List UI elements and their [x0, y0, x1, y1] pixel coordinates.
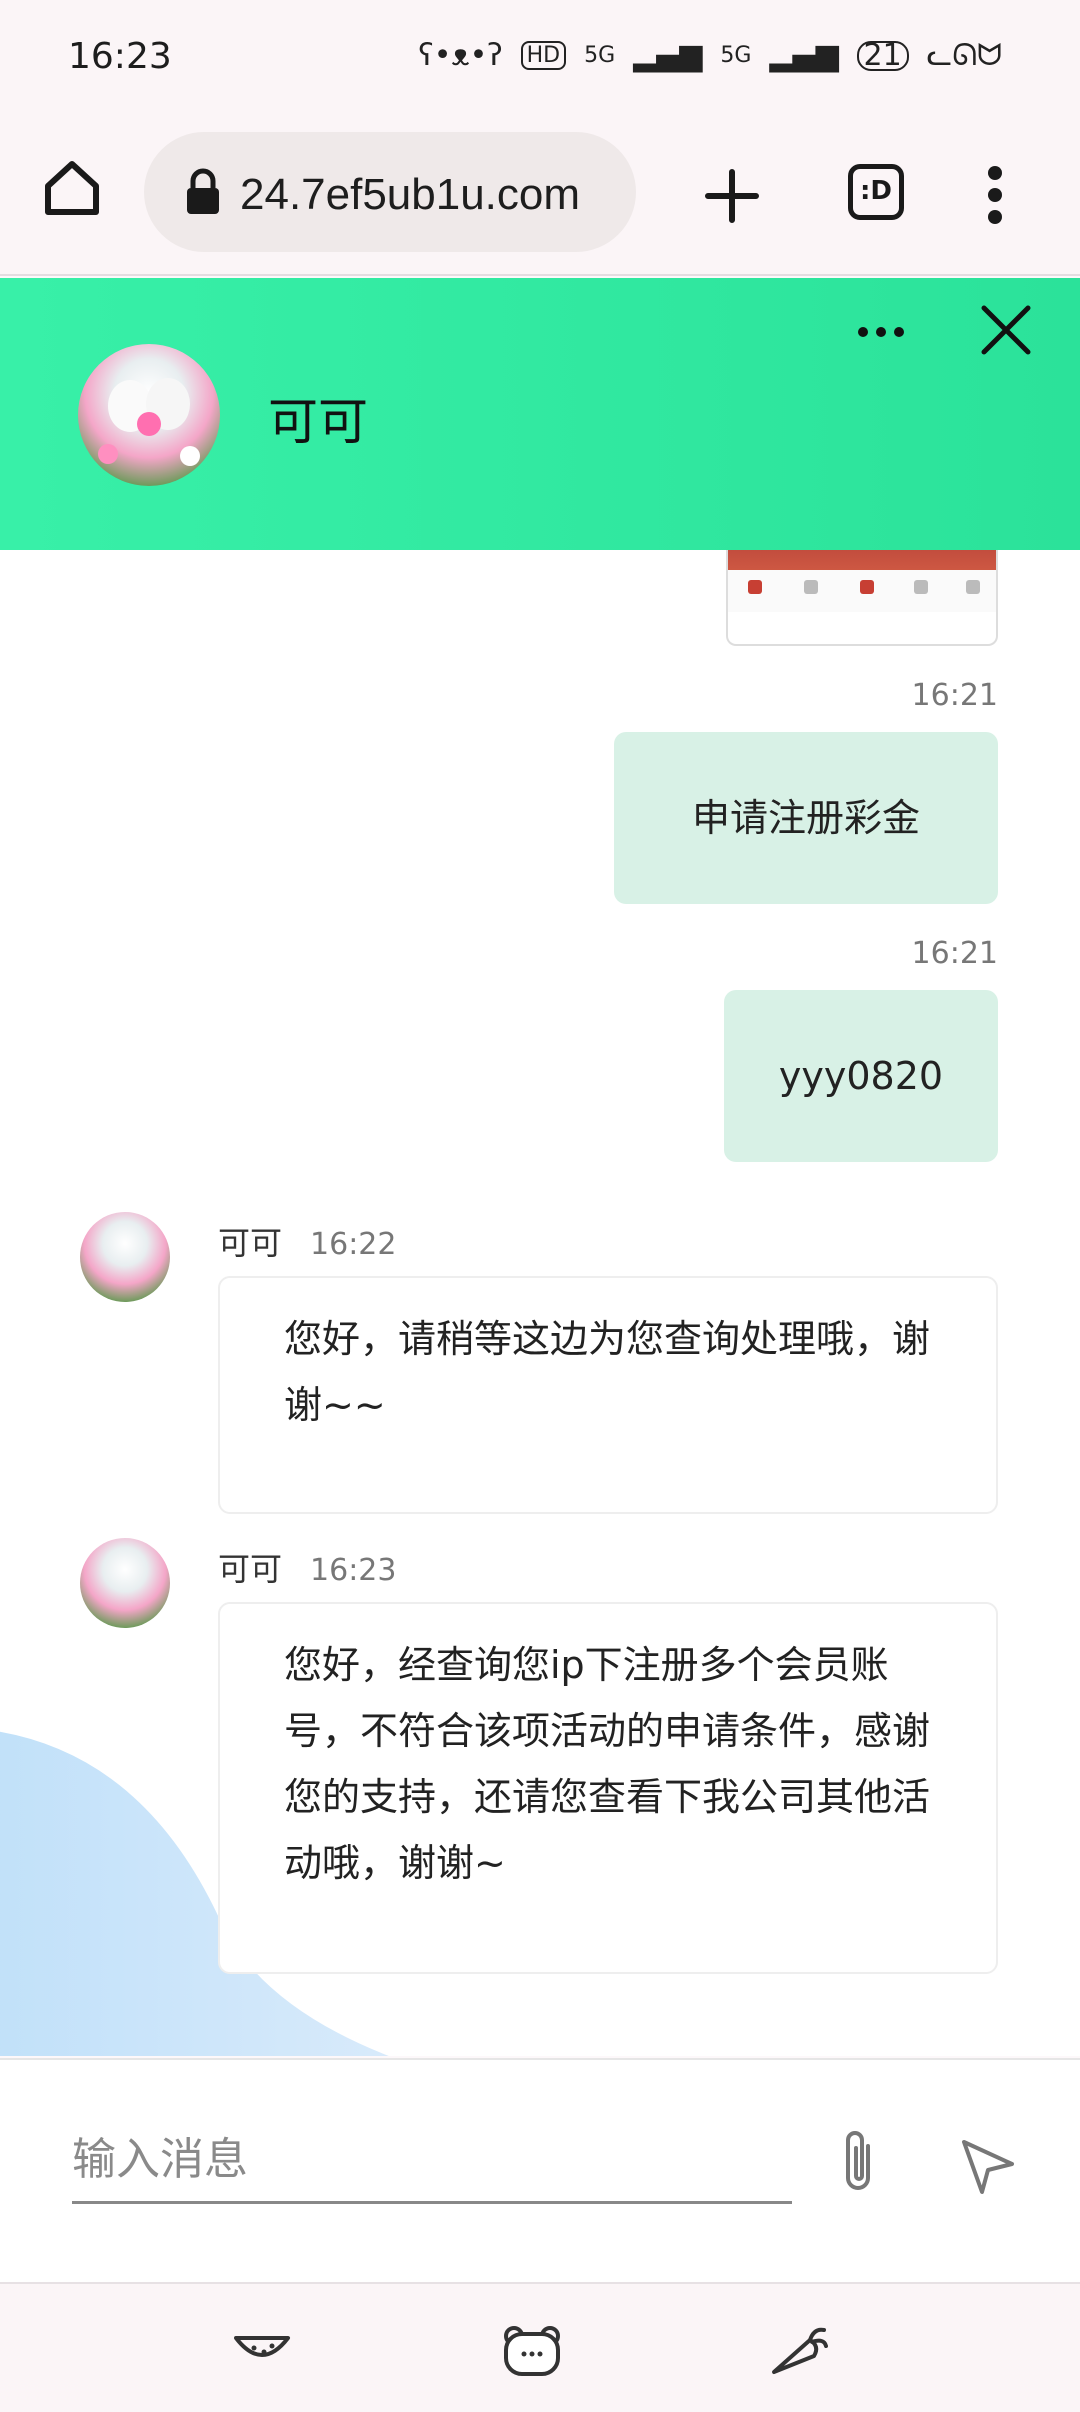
sender-name: 可可 [218, 1550, 283, 1588]
bear-icon: ʕ•ᴥ•ʔ [418, 38, 503, 73]
chat-header: 可可 [0, 278, 1080, 550]
home-icon[interactable] [40, 156, 104, 220]
new-tab-icon[interactable] [700, 164, 764, 228]
bear-face-icon[interactable] [500, 2322, 564, 2378]
outgoing-message: 申请注册彩金 [614, 732, 998, 904]
chat-messages[interactable]: 16:21 申请注册彩金 16:21 yyy0820 可可 16:22 您好，请稍… [0, 550, 1080, 2056]
lock-icon [187, 168, 219, 214]
more-options-icon[interactable] [858, 322, 912, 338]
address-bar[interactable]: 24.7ef5ub1u.com [144, 132, 636, 252]
sender-name: 可可 [218, 1224, 283, 1262]
tab-switcher-button[interactable]: :D [848, 164, 904, 220]
url-text: 24.7ef5ub1u.com [240, 170, 581, 219]
hd-icon: HD [520, 41, 567, 70]
status-bar: 16:23 ʕ•ᴥ•ʔ HD 5G ▂▄▆ 5G ▂▄▆ 21 ᓚᘏᗢ [0, 0, 1080, 120]
incoming-message: 您好，请稍等这边为您查询处理哦，谢谢~~ [218, 1276, 998, 1514]
close-icon[interactable] [978, 302, 1034, 358]
browser-toolbar: 24.7ef5ub1u.com :D [0, 120, 1080, 276]
status-time: 16:23 [68, 36, 172, 77]
chat-title: 可可 [268, 393, 368, 451]
system-navigation-bar [0, 2282, 1080, 2412]
signal-icon: ▂▄▆ [769, 38, 839, 73]
outgoing-message: yyy0820 [724, 990, 998, 1162]
send-icon[interactable] [958, 2136, 1018, 2196]
status-icons: ʕ•ᴥ•ʔ HD 5G ▂▄▆ 5G ▂▄▆ 21 ᓚᘏᗢ [418, 38, 1002, 73]
message-composer [0, 2058, 1080, 2282]
more-menu-icon[interactable] [980, 162, 1010, 228]
message-time: 16:23 [310, 1553, 397, 1588]
message-time: 16:21 [911, 936, 998, 971]
previous-image-message[interactable] [726, 550, 998, 646]
network-5g-label-1: 5G [584, 43, 616, 68]
carrot-icon[interactable] [766, 2322, 830, 2378]
signal-icon: ▂▄▆ [633, 38, 703, 73]
message-meta: 可可 16:23 [218, 1544, 396, 1590]
cat-icon: ᓚᘏᗢ [926, 38, 1002, 73]
message-time: 16:21 [911, 678, 998, 713]
watermelon-icon[interactable] [230, 2322, 294, 2378]
paperclip-icon[interactable] [830, 2126, 886, 2198]
agent-avatar-small [80, 1212, 170, 1302]
message-input[interactable] [72, 2118, 792, 2204]
agent-avatar-small [80, 1538, 170, 1628]
agent-avatar [78, 344, 220, 486]
image-nav-strip [728, 570, 996, 612]
incoming-message: 您好，经查询您ip下注册多个会员账号，不符合该项活动的申请条件，感谢您的支持，还… [218, 1602, 998, 1974]
message-meta: 可可 16:22 [218, 1218, 396, 1264]
network-5g-label-2: 5G [720, 43, 752, 68]
battery-badge: 21 [856, 40, 909, 71]
message-time: 16:22 [310, 1227, 397, 1262]
